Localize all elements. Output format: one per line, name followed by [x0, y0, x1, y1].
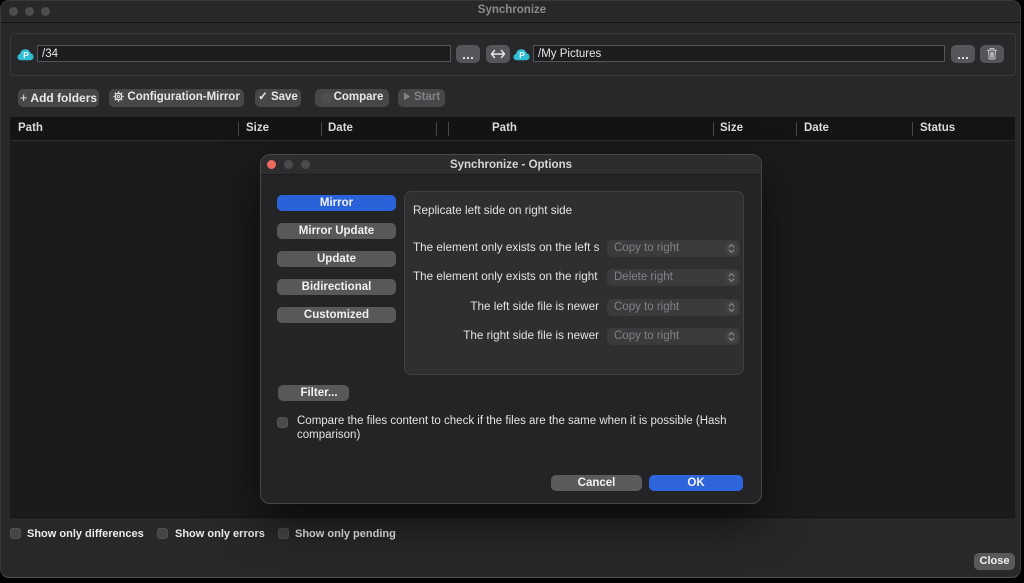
svg-text:P: P	[23, 50, 29, 60]
svg-text:P: P	[519, 50, 525, 60]
